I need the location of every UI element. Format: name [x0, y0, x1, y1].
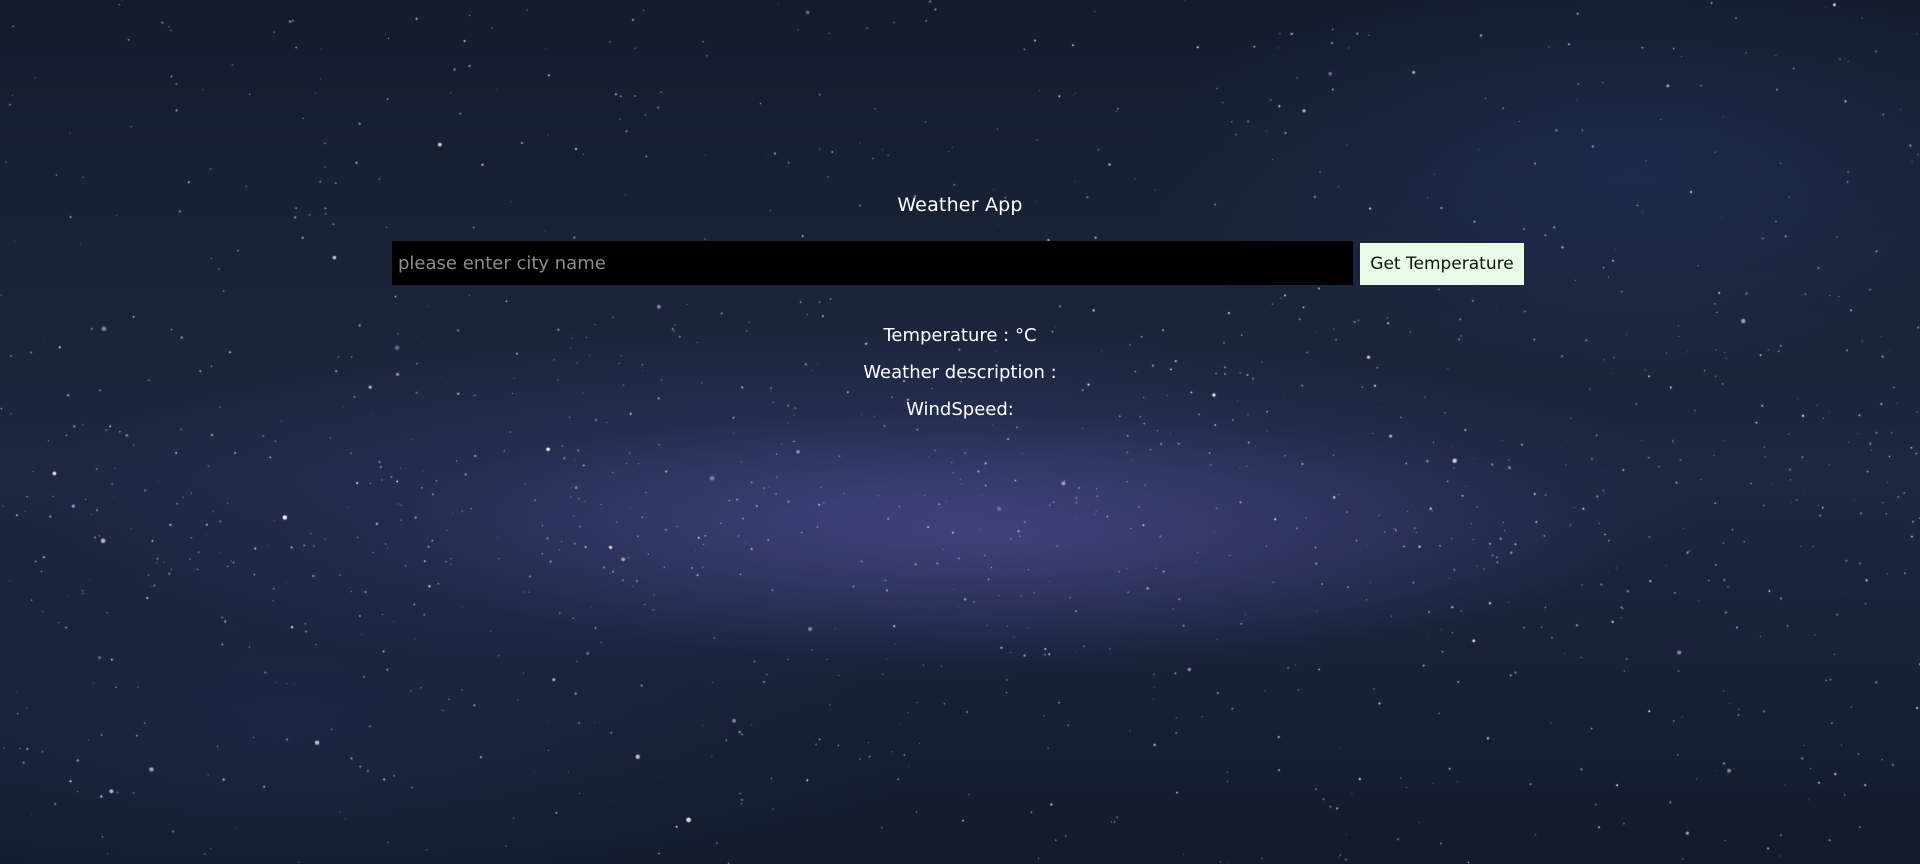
get-temperature-button[interactable]: Get Temperature	[1360, 243, 1524, 285]
temperature-text: Temperature : °C	[883, 325, 1037, 346]
weather-description-text: Weather description :	[863, 362, 1057, 383]
weather-app: Weather App Get Temperature Temperature …	[0, 0, 1920, 864]
app-title: Weather App	[897, 194, 1023, 216]
windspeed-text: WindSpeed:	[906, 399, 1014, 420]
city-name-input[interactable]	[392, 241, 1353, 285]
